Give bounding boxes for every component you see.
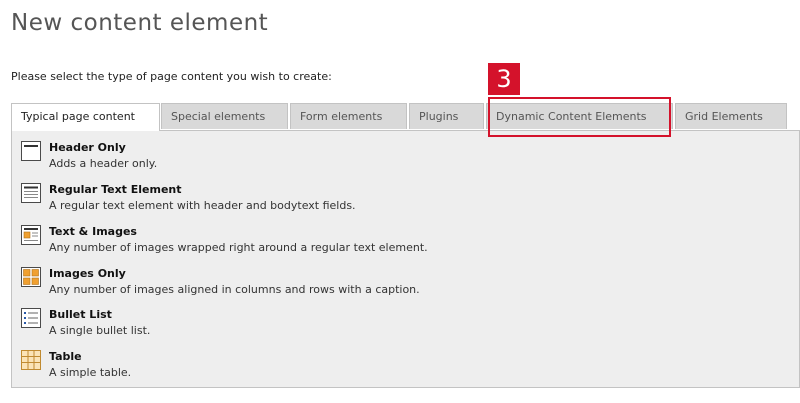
item-description: A single bullet list. [49, 324, 151, 337]
item-title: Table [49, 350, 82, 363]
item-title: Regular Text Element [49, 183, 182, 196]
content-type-tabs: Typical page content Special elements Fo… [11, 103, 800, 131]
tab-grid-elements[interactable]: Grid Elements [675, 103, 787, 129]
table-icon [21, 350, 41, 370]
callout-number-badge: 3 [488, 63, 520, 95]
tab-form-elements[interactable]: Form elements [290, 103, 407, 129]
images-only-icon [21, 267, 41, 287]
list-item-table[interactable]: Table A simple table. [21, 349, 741, 385]
tab-typical-page-content[interactable]: Typical page content [11, 103, 160, 131]
list-item-regular-text[interactable]: Regular Text Element A regular text elem… [21, 182, 741, 218]
item-description: Any number of images wrapped right aroun… [49, 241, 428, 254]
regular-text-icon [21, 183, 41, 203]
bullet-list-icon [21, 308, 41, 328]
item-description: A simple table. [49, 366, 132, 379]
tab-special-elements[interactable]: Special elements [161, 103, 288, 129]
item-description: Any number of images aligned in columns … [49, 283, 420, 296]
tab-panel-typical-page-content: Header Only Adds a header only. Regular … [11, 130, 800, 388]
text-images-icon [21, 225, 41, 245]
header-only-icon [21, 141, 41, 161]
item-title: Text & Images [49, 225, 137, 238]
page-title: New content element [11, 10, 269, 36]
item-title: Images Only [49, 267, 126, 280]
item-title: Bullet List [49, 308, 112, 321]
item-description: Adds a header only. [49, 157, 158, 170]
tab-plugins[interactable]: Plugins [409, 103, 484, 129]
list-item-text-images[interactable]: Text & Images Any number of images wrapp… [21, 224, 741, 260]
tab-dynamic-content-elements[interactable]: Dynamic Content Elements [486, 103, 673, 129]
item-description: A regular text element with header and b… [49, 199, 356, 212]
item-title: Header Only [49, 141, 126, 154]
list-item-header-only[interactable]: Header Only Adds a header only. [21, 140, 741, 176]
list-item-images-only[interactable]: Images Only Any number of images aligned… [21, 266, 741, 302]
instruction-text: Please select the type of page content y… [11, 70, 332, 83]
list-item-bullet-list[interactable]: Bullet List A single bullet list. [21, 307, 741, 343]
